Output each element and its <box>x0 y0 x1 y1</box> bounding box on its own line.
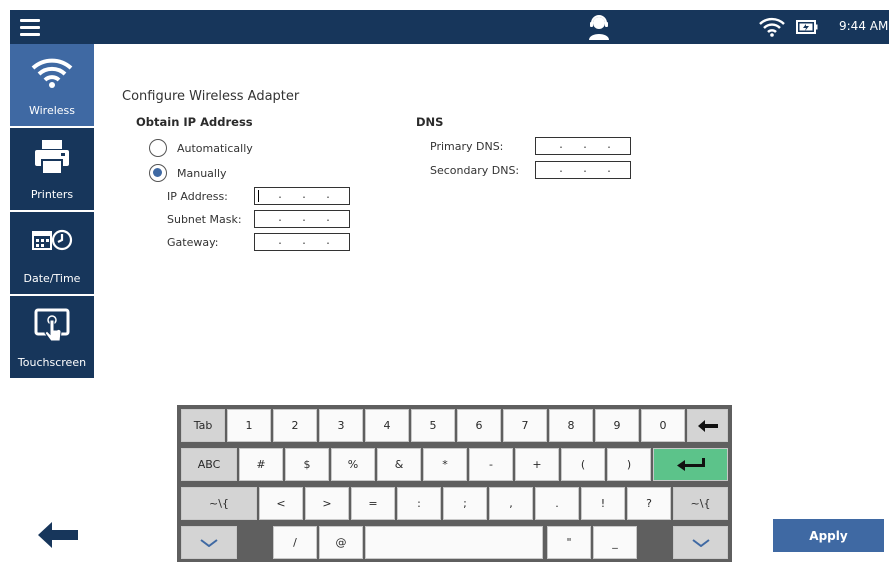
chevron-down-icon <box>691 538 710 547</box>
key-7[interactable]: 7 <box>503 409 547 442</box>
key-equals[interactable]: = <box>351 487 395 520</box>
key-hide-keyboard-right[interactable] <box>673 526 728 559</box>
gateway-label: Gateway: <box>167 236 219 249</box>
apply-button[interactable]: Apply <box>773 519 884 552</box>
key-slash[interactable]: / <box>273 526 317 559</box>
radio-manually[interactable] <box>149 164 167 182</box>
support-agent-icon <box>589 15 609 40</box>
key-plus[interactable]: + <box>515 448 559 481</box>
key-0[interactable]: 0 <box>641 409 685 442</box>
key-symbols-right[interactable]: ~\{ <box>673 487 728 520</box>
key-minus[interactable]: - <box>469 448 513 481</box>
wifi-icon <box>31 58 73 88</box>
key-tab[interactable]: Tab <box>181 409 225 442</box>
key-hide-keyboard-left[interactable] <box>181 526 237 559</box>
touchscreen-icon <box>34 308 70 342</box>
key-exclamation[interactable]: ! <box>581 487 625 520</box>
key-colon[interactable]: : <box>397 487 441 520</box>
key-open-paren[interactable]: ( <box>561 448 605 481</box>
key-less-than[interactable]: < <box>259 487 303 520</box>
back-arrow-icon[interactable] <box>38 522 78 548</box>
gateway-field[interactable]: ... <box>254 233 350 251</box>
top-bar: 9:44 AM <box>10 10 889 44</box>
sidebar-item-touchscreen[interactable]: Touchscreen <box>10 296 94 378</box>
sidebar-item-label: Wireless <box>28 104 76 117</box>
key-dollar[interactable]: $ <box>285 448 329 481</box>
key-6[interactable]: 6 <box>457 409 501 442</box>
sidebar-item-datetime[interactable]: Date/Time <box>10 212 94 294</box>
key-9[interactable]: 9 <box>595 409 639 442</box>
key-percent[interactable]: % <box>331 448 375 481</box>
key-quote[interactable]: " <box>547 526 591 559</box>
secondary-dns-field[interactable]: ... <box>535 161 631 179</box>
key-at[interactable]: @ <box>319 526 363 559</box>
clock: 9:44 AM <box>839 19 889 33</box>
sidebar-item-label: Date/Time <box>23 272 81 285</box>
calendar-clock-icon <box>32 229 73 251</box>
sidebar-item-label: Printers <box>30 188 74 201</box>
ip-address-label: IP Address: <box>167 190 228 203</box>
key-close-paren[interactable]: ) <box>607 448 651 481</box>
key-symbols-left[interactable]: ~\{ <box>181 487 257 520</box>
sidebar-item-label: Touchscreen <box>17 356 87 369</box>
chevron-down-icon <box>200 538 218 547</box>
sidebar-item-printers[interactable]: Printers <box>10 128 94 210</box>
obtain-ip-heading: Obtain IP Address <box>136 115 253 129</box>
dns-heading: DNS <box>416 115 444 129</box>
key-space[interactable] <box>365 526 543 559</box>
subnet-mask-field[interactable]: ... <box>254 210 350 228</box>
subnet-mask-label: Subnet Mask: <box>167 213 242 226</box>
sidebar: Wireless Printers Date/Time Touchscreen <box>10 44 94 380</box>
ip-address-field[interactable]: ... <box>254 187 350 205</box>
backspace-arrow-icon <box>697 419 718 432</box>
key-spacer <box>639 526 671 559</box>
page-title: Configure Wireless Adapter <box>122 89 300 104</box>
sidebar-item-wireless[interactable]: Wireless <box>10 44 94 126</box>
radio-label-automatically: Automatically <box>177 142 253 155</box>
key-3[interactable]: 3 <box>319 409 363 442</box>
key-question[interactable]: ? <box>627 487 671 520</box>
key-8[interactable]: 8 <box>549 409 593 442</box>
primary-dns-label: Primary DNS: <box>430 140 504 153</box>
key-underscore[interactable]: _ <box>593 526 637 559</box>
printer-icon <box>35 140 69 175</box>
key-enter[interactable] <box>653 448 728 481</box>
radio-automatically[interactable] <box>149 139 167 157</box>
key-4[interactable]: 4 <box>365 409 409 442</box>
wifi-icon[interactable] <box>759 17 785 37</box>
key-period[interactable]: . <box>535 487 579 520</box>
key-ampersand[interactable]: & <box>377 448 421 481</box>
key-comma[interactable]: , <box>489 487 533 520</box>
key-5[interactable]: 5 <box>411 409 455 442</box>
key-abc[interactable]: ABC <box>181 448 237 481</box>
primary-dns-field[interactable]: ... <box>535 137 631 155</box>
key-hash[interactable]: # <box>239 448 283 481</box>
battery-charging-icon <box>796 20 818 34</box>
radio-label-manually: Manually <box>177 167 227 180</box>
enter-return-icon <box>676 457 705 471</box>
key-backspace[interactable] <box>687 409 728 442</box>
hamburger-menu-icon[interactable] <box>18 17 44 37</box>
key-semicolon[interactable]: ; <box>443 487 487 520</box>
on-screen-keyboard: Tab 1 2 3 4 5 6 7 8 9 0 ABC # $ % & * - … <box>177 405 732 562</box>
key-greater-than[interactable]: > <box>305 487 349 520</box>
key-asterisk[interactable]: * <box>423 448 467 481</box>
key-2[interactable]: 2 <box>273 409 317 442</box>
key-spacer <box>239 526 271 559</box>
key-1[interactable]: 1 <box>227 409 271 442</box>
secondary-dns-label: Secondary DNS: <box>430 164 520 177</box>
